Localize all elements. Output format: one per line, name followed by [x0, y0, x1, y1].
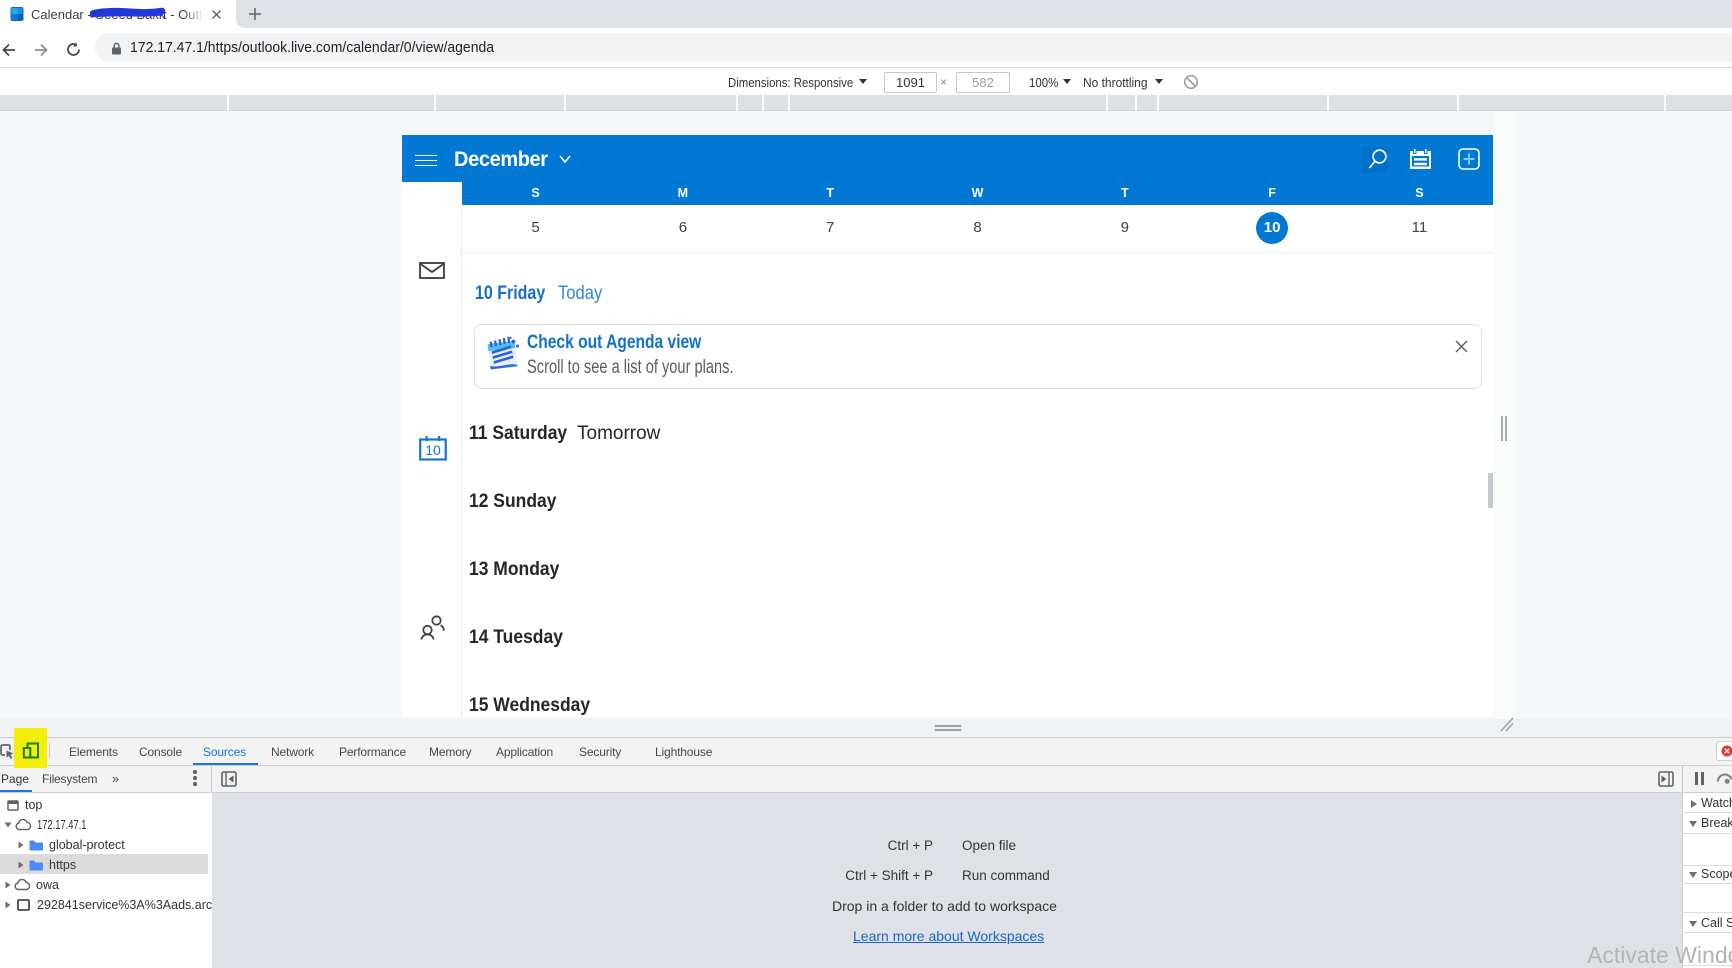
- svg-text:10: 10: [425, 442, 441, 458]
